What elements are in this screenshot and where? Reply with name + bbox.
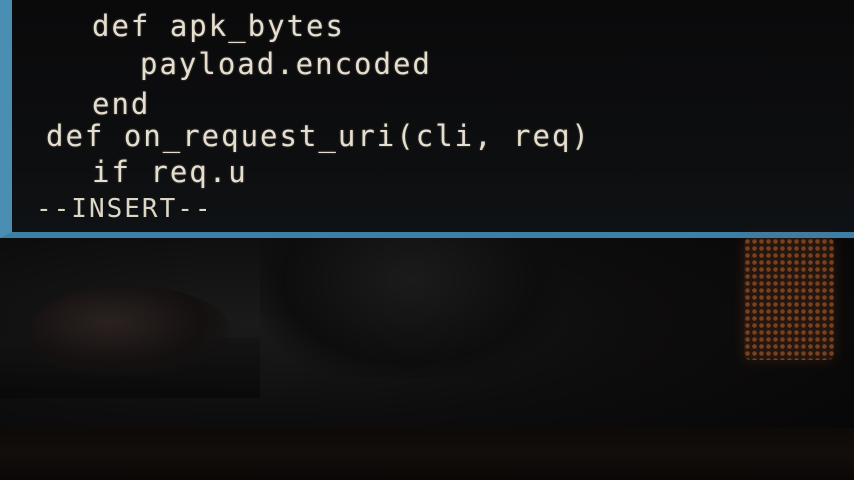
code-line-2: payload.encoded [140,47,432,81]
editor-buffer[interactable]: def apk_bytes payload.encoded end def on… [12,0,854,232]
code-line-5: if req.u [92,155,248,189]
desk-surface [0,428,854,480]
speaker-grill [744,238,834,360]
terminal-window: def apk_bytes payload.encoded end def on… [0,0,854,238]
vim-mode-indicator: --INSERT-- [36,194,213,224]
video-frame: def apk_bytes payload.encoded end def on… [0,0,854,480]
code-line-3: end [92,87,151,121]
background-scene [0,238,854,480]
person-silhouette [260,238,560,378]
code-line-4: def on_request_uri(cli, req) [46,119,591,153]
code-line-1: def apk_bytes [92,9,345,43]
typing-hand [30,286,230,376]
